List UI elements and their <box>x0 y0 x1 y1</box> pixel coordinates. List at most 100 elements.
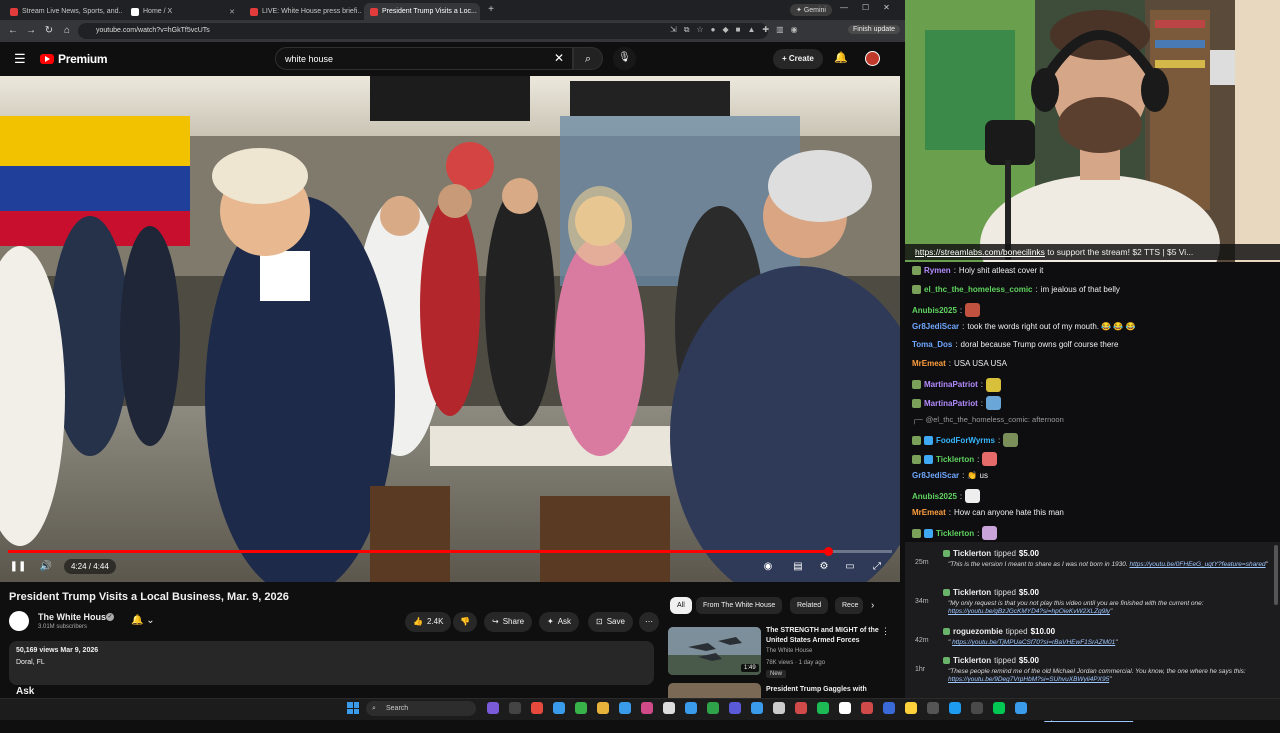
windows-start-icon[interactable] <box>347 702 359 714</box>
taskbar-app-icon[interactable] <box>729 702 741 714</box>
taskbar-app-icon[interactable] <box>531 702 543 714</box>
autoplay-toggle-icon[interactable]: ◉ <box>759 558 777 576</box>
url-field[interactable]: youtube.com/watch?v=hGkTf5vcUTs <box>78 23 768 39</box>
taskbar-app-icon[interactable] <box>1015 702 1027 714</box>
finish-update-button[interactable]: Finish update <box>848 25 901 34</box>
taskbar-app-icon[interactable] <box>553 702 565 714</box>
settings-gear-icon[interactable]: ⚙ <box>815 558 833 576</box>
tip-link[interactable]: https://youtu.be/gBzJGcKMYD4?si=hpOieKvW… <box>948 608 1110 615</box>
taskbar-app-icon[interactable] <box>905 702 917 714</box>
browser-tab[interactable]: Home / X ✕ <box>125 3 241 20</box>
bookmark-star-icon[interactable]: ☆ <box>696 25 703 35</box>
channel-name[interactable]: The White House <box>38 612 111 622</box>
voice-search-button[interactable]: 🎙 <box>613 47 636 70</box>
hamburger-menu-icon[interactable]: ☰ <box>14 52 28 66</box>
video-player[interactable] <box>0 76 900 582</box>
chat-username[interactable]: FoodForWyrms <box>936 436 995 445</box>
youtube-premium-logo[interactable]: Premium <box>40 52 108 66</box>
save-button[interactable]: ⊡ Save <box>588 612 633 632</box>
chip-all[interactable]: All <box>670 597 692 614</box>
chat-username[interactable]: Gr8JediScar <box>912 322 959 331</box>
channel-avatar[interactable] <box>9 611 29 631</box>
taskbar-search[interactable]: ⌕ Search <box>366 701 476 716</box>
chat-username[interactable]: Anubis2025 <box>912 492 957 501</box>
browser-tab[interactable]: Stream Live News, Sports, and...✕ <box>4 3 122 20</box>
taskbar-app-icon[interactable] <box>641 702 653 714</box>
back-icon[interactable]: ← <box>6 24 20 38</box>
chat-username[interactable]: Anubis2025 <box>912 306 957 315</box>
chat-username[interactable]: Rymen <box>924 266 951 275</box>
chat-username[interactable]: MartinaPatriot <box>924 399 978 408</box>
close-window-icon[interactable]: ✕ <box>883 3 890 12</box>
taskbar-app-icon[interactable] <box>597 702 609 714</box>
more-actions-button[interactable]: ⋯ <box>639 612 659 632</box>
video-scrubber-handle[interactable] <box>824 547 833 556</box>
chat-username[interactable]: el_thc_the_homeless_comic <box>924 285 1033 294</box>
browser-tab[interactable]: LIVE: White House press briefi...✕ <box>244 3 362 20</box>
chip-recent[interactable]: Rece <box>835 597 863 614</box>
volume-icon[interactable]: 🔊 <box>37 558 55 576</box>
home-icon[interactable]: ⌂ <box>60 24 74 38</box>
minimize-icon[interactable]: — <box>840 3 848 12</box>
install-icon[interactable]: ⇲ <box>670 25 677 35</box>
taskbar-app-icon[interactable] <box>861 702 873 714</box>
chip-related[interactable]: Related <box>790 597 829 614</box>
taskbar-app-icon[interactable] <box>773 702 785 714</box>
search-button[interactable]: ⌕ <box>573 47 603 70</box>
taskbar-app-icon[interactable] <box>817 702 829 714</box>
taskbar-app-icon[interactable] <box>839 702 851 714</box>
extension-icon[interactable]: ◆ <box>722 25 728 35</box>
chat-username[interactable]: Ticklerton <box>936 529 974 538</box>
profile-icon[interactable]: ◉ <box>791 25 798 35</box>
taskbar-app-icon[interactable] <box>487 702 499 714</box>
forward-icon[interactable]: → <box>24 24 38 38</box>
search-input[interactable]: white house <box>275 47 573 70</box>
pause-icon[interactable]: ❚❚ <box>9 558 27 576</box>
streamlabs-link[interactable]: https://streamlabs.com/bonecilinks <box>915 247 1045 257</box>
recommended-title[interactable]: The STRENGTH and MIGHT of the United Sta… <box>766 626 881 646</box>
new-tab-button[interactable]: + <box>485 4 497 16</box>
taskbar-app-icon[interactable] <box>509 702 521 714</box>
subscription-bell-icon[interactable]: 🔔 ⌄ <box>131 615 155 626</box>
share-button[interactable]: ↪ Share <box>484 612 533 632</box>
taskbar-app-icon[interactable] <box>575 702 587 714</box>
recommended-title-2[interactable]: President Trump Gaggles with <box>766 686 867 693</box>
ask-button[interactable]: ✦ Ask <box>539 612 580 632</box>
gemini-button[interactable]: ✦ Gemini <box>790 4 832 16</box>
chat-username[interactable]: MrEmeat <box>912 508 946 517</box>
browser-tab[interactable]: President Trump Visits a Loc...✕ <box>364 3 480 20</box>
translate-icon[interactable]: ⧉ <box>684 25 690 35</box>
theater-mode-icon[interactable]: ▭ <box>841 558 859 576</box>
reload-icon[interactable]: ↻ <box>42 24 56 38</box>
taskbar-app-icon[interactable] <box>751 702 763 714</box>
description-box[interactable] <box>9 641 654 685</box>
create-button[interactable]: + Create <box>773 49 823 69</box>
taskbar-app-icon[interactable] <box>993 702 1005 714</box>
chip-from-the-white-house[interactable]: From The White House <box>696 597 783 614</box>
tips-scrollbar[interactable] <box>1274 545 1278 605</box>
more-vertical-icon[interactable]: ⋮ <box>881 626 890 637</box>
dislike-button[interactable]: 👎 <box>453 612 477 632</box>
fullscreen-icon[interactable]: ⤢ <box>868 558 886 576</box>
extension-icon[interactable]: ● <box>711 25 716 35</box>
taskbar-app-icon[interactable] <box>707 702 719 714</box>
chat-username[interactable]: Toma_Dos <box>912 340 952 349</box>
taskbar-app-icon[interactable] <box>883 702 895 714</box>
taskbar-app-icon[interactable] <box>795 702 807 714</box>
extension-icon[interactable]: ▲ <box>747 25 755 35</box>
chat-username[interactable]: Gr8JediScar <box>912 471 959 480</box>
chat-username[interactable]: MrEmeat <box>912 359 946 368</box>
taskbar-app-icon[interactable] <box>971 702 983 714</box>
clear-search-icon[interactable]: ✕ <box>554 51 564 65</box>
notifications-bell-icon[interactable]: 🔔 <box>834 51 848 64</box>
sidepanel-icon[interactable]: ▥ <box>776 25 784 35</box>
tip-link[interactable]: https://youtu.be/9Deg7VrpHbM?si=SUhvuXBW… <box>948 676 1109 683</box>
taskbar-app-icon[interactable] <box>663 702 675 714</box>
taskbar-app-icon[interactable] <box>685 702 697 714</box>
tip-link[interactable]: https://youtu.be/TjMPUaCSf70?si=rBaVHEwF… <box>952 639 1115 646</box>
maximize-icon[interactable]: ☐ <box>862 3 869 12</box>
taskbar-app-icon[interactable] <box>619 702 631 714</box>
like-button[interactable]: 👍 2.4K <box>405 612 452 632</box>
chat-username[interactable]: Ticklerton <box>936 455 974 464</box>
account-avatar[interactable] <box>865 51 880 66</box>
